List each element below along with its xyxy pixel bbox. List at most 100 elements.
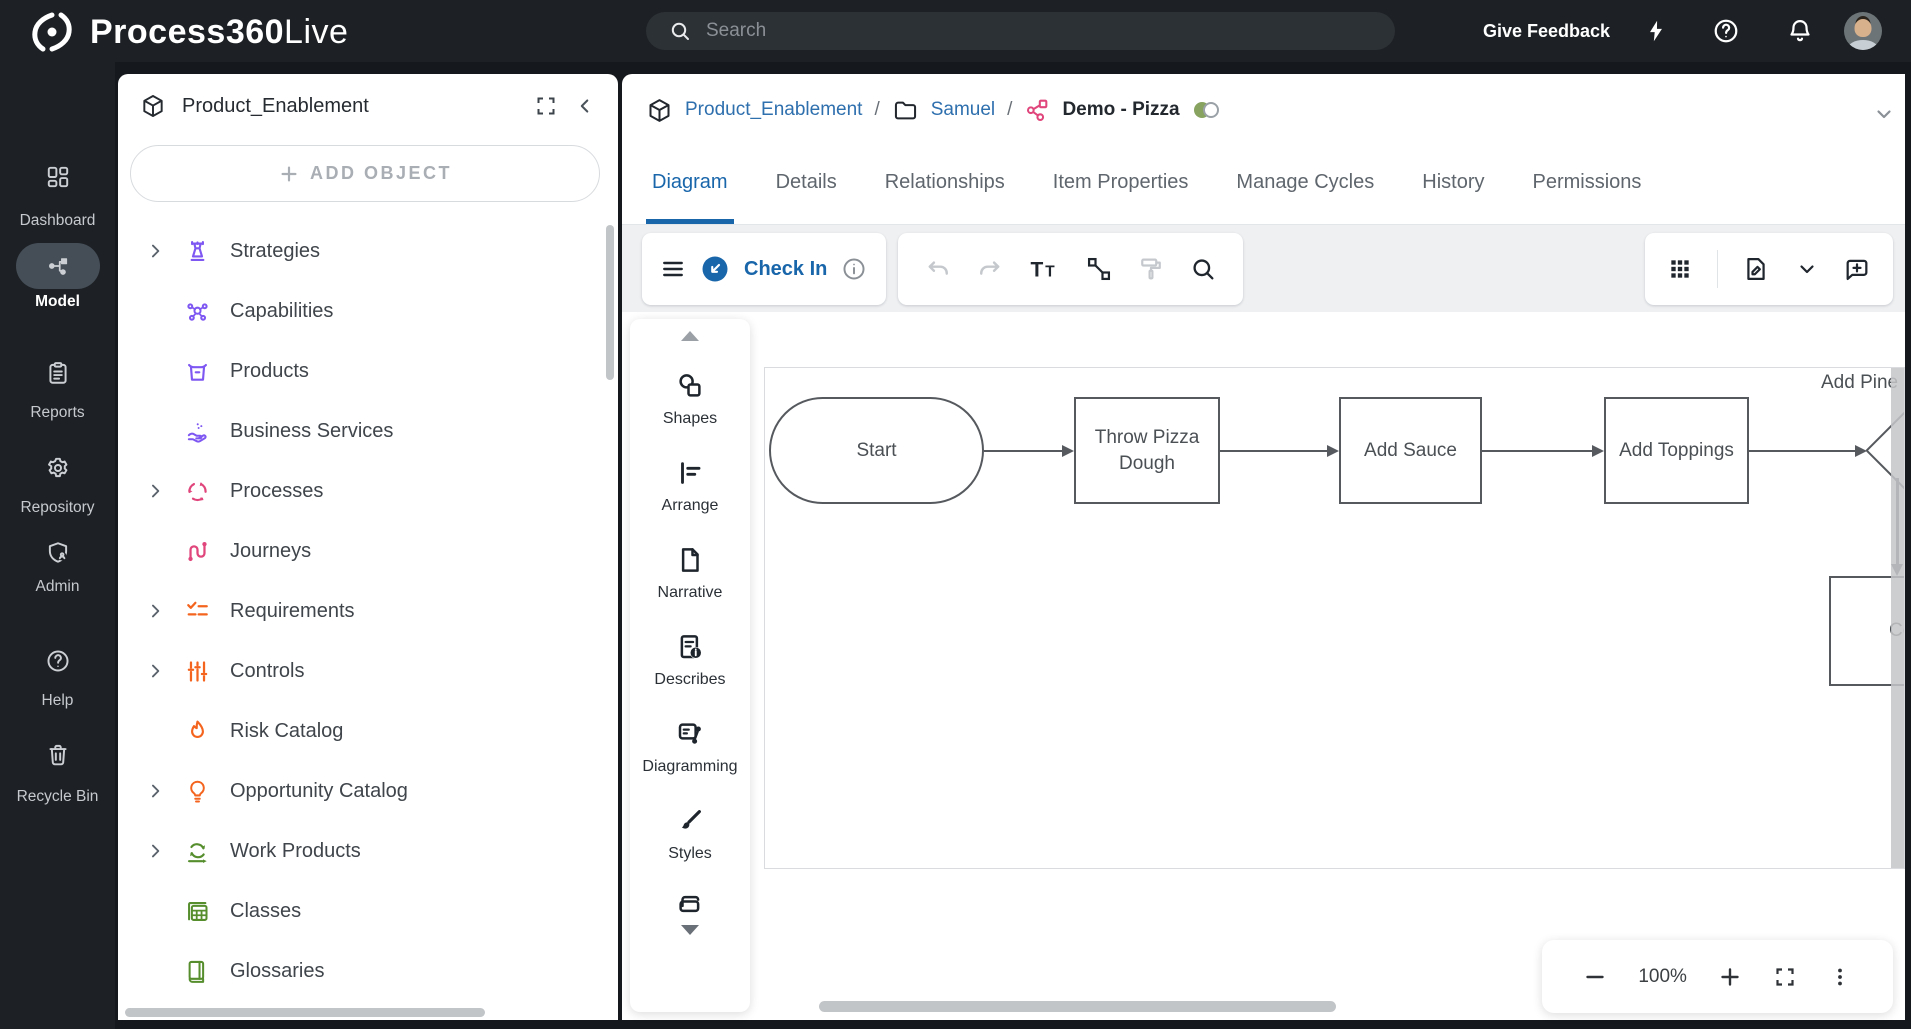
tree-item-opportunity-catalog[interactable]: Opportunity Catalog bbox=[118, 761, 618, 821]
breadcrumb-root-link[interactable]: Product_Enablement bbox=[685, 99, 862, 121]
logo-icon bbox=[28, 8, 76, 56]
zoom-level: 100% bbox=[1638, 966, 1687, 988]
hamburger-icon bbox=[660, 256, 686, 282]
canvas-vertical-scrollbar[interactable] bbox=[1891, 368, 1904, 869]
user-avatar[interactable] bbox=[1844, 12, 1882, 50]
document-options-button[interactable] bbox=[1795, 257, 1819, 281]
edit-document-button[interactable] bbox=[1742, 255, 1770, 283]
explorer-horizontal-scrollbar[interactable] bbox=[125, 1008, 485, 1017]
diagram-search-button[interactable] bbox=[1189, 255, 1217, 283]
tab-manage-cycles[interactable]: Manage Cycles bbox=[1212, 140, 1398, 224]
format-painter-button[interactable] bbox=[1137, 255, 1165, 283]
plus-icon bbox=[278, 163, 300, 185]
shapes-icon bbox=[675, 371, 705, 401]
check-in-icon[interactable] bbox=[700, 254, 730, 284]
tab-history[interactable]: History bbox=[1398, 140, 1508, 224]
palette-item-shapes[interactable]: Shapes bbox=[663, 371, 717, 428]
tree-item-controls[interactable]: Controls bbox=[118, 641, 618, 701]
info-icon[interactable] bbox=[841, 256, 867, 282]
chevron-right-icon[interactable] bbox=[142, 481, 168, 501]
variant-toggle-icon[interactable] bbox=[1194, 102, 1219, 118]
undo-button[interactable] bbox=[924, 255, 952, 283]
palette-scroll-down-button[interactable] bbox=[681, 925, 699, 935]
rail-item-recycle-bin[interactable]: Recycle Bin bbox=[0, 740, 115, 806]
rail-item-label: Admin bbox=[36, 578, 80, 596]
zoom-out-button[interactable] bbox=[1583, 965, 1607, 989]
chevron-right-icon[interactable] bbox=[142, 241, 168, 261]
rail-item-help[interactable]: Help bbox=[0, 646, 115, 710]
tree-item-work-products[interactable]: Work Products bbox=[118, 821, 618, 881]
diagramming-icon bbox=[675, 719, 705, 749]
tree-item-products[interactable]: Products bbox=[118, 341, 618, 401]
palette-item-label: Shapes bbox=[663, 410, 717, 428]
palette-scroll-up-button[interactable] bbox=[681, 331, 699, 341]
grid-view-button[interactable] bbox=[1667, 256, 1693, 282]
chevron-right-icon[interactable] bbox=[142, 781, 168, 801]
palette-item-styles[interactable]: Styles bbox=[668, 806, 712, 863]
canvas-horizontal-scrollbar[interactable] bbox=[819, 1001, 1336, 1012]
more-options-button[interactable] bbox=[1828, 965, 1852, 989]
notifications-button[interactable] bbox=[1780, 0, 1820, 62]
grid-icon bbox=[1667, 256, 1693, 282]
tree-item-capabilities[interactable]: Capabilities bbox=[118, 281, 618, 341]
diagram-canvas[interactable]: Add Pine Start Throw Pizza Dough Add Sau… bbox=[764, 367, 1905, 869]
palette-item-describes[interactable]: Describes bbox=[654, 632, 725, 689]
expand-panel-button[interactable] bbox=[534, 94, 558, 118]
collapse-header-button[interactable] bbox=[1872, 102, 1896, 126]
palette-item-label: Arrange bbox=[662, 497, 719, 515]
add-object-button[interactable]: ADD OBJECT bbox=[130, 145, 600, 202]
collapse-panel-button[interactable] bbox=[574, 95, 596, 117]
document-edit-icon bbox=[1742, 255, 1770, 283]
tree-item-journeys[interactable]: Journeys bbox=[118, 521, 618, 581]
check-in-button[interactable]: Check In bbox=[744, 258, 827, 281]
rail-item-dashboard[interactable]: Dashboard bbox=[0, 162, 115, 230]
palette-item-label: Narrative bbox=[658, 584, 723, 602]
search-input[interactable]: Search bbox=[646, 12, 1395, 50]
tree-item-risk-catalog[interactable]: Risk Catalog bbox=[118, 701, 618, 761]
fit-screen-button[interactable] bbox=[1773, 965, 1797, 989]
tab-item-properties[interactable]: Item Properties bbox=[1029, 140, 1213, 224]
redo-button[interactable] bbox=[976, 255, 1004, 283]
rail-item-model[interactable]: Model bbox=[0, 251, 115, 311]
chevron-right-icon[interactable] bbox=[142, 841, 168, 861]
tab-permissions[interactable]: Permissions bbox=[1508, 140, 1665, 224]
help-button[interactable] bbox=[1706, 0, 1746, 62]
tree-item-requirements[interactable]: Requirements bbox=[118, 581, 618, 641]
logo-text: Process360Live bbox=[90, 13, 348, 52]
palette-item-narrative[interactable]: Narrative bbox=[658, 545, 723, 602]
connector-tool-button[interactable] bbox=[1085, 255, 1113, 283]
chevron-left-icon bbox=[574, 95, 596, 117]
node-add-sauce[interactable]: Add Sauce bbox=[1339, 397, 1482, 504]
text-tool-button[interactable]: TT bbox=[1028, 254, 1060, 284]
breadcrumb-folder-link[interactable]: Samuel bbox=[931, 99, 995, 121]
node-add-toppings[interactable]: Add Toppings bbox=[1604, 397, 1749, 504]
palette-item-arrange[interactable]: Arrange bbox=[662, 458, 719, 515]
tab-details[interactable]: Details bbox=[752, 140, 861, 224]
tree-item-business-services[interactable]: Business Services bbox=[118, 401, 618, 461]
rail-item-reports[interactable]: Reports bbox=[0, 358, 115, 422]
quick-actions-button[interactable] bbox=[1636, 0, 1676, 62]
tree-item-strategies[interactable]: Strategies bbox=[118, 221, 618, 281]
zoom-in-button[interactable] bbox=[1718, 965, 1742, 989]
diagram-menu-button[interactable] bbox=[660, 256, 686, 282]
checkin-toolbar-card: Check In bbox=[642, 233, 886, 305]
explorer-vertical-scrollbar[interactable] bbox=[606, 225, 614, 380]
node-throw-pizza-dough[interactable]: Throw Pizza Dough bbox=[1074, 397, 1220, 504]
tab-relationships[interactable]: Relationships bbox=[861, 140, 1029, 224]
palette-item-diagramming[interactable]: Diagramming bbox=[642, 719, 737, 776]
tree-item-processes[interactable]: Processes bbox=[118, 461, 618, 521]
connector-icon bbox=[1085, 255, 1113, 283]
node-start[interactable]: Start bbox=[769, 397, 984, 504]
layers-icon[interactable] bbox=[675, 889, 705, 919]
tree-item-classes[interactable]: Classes bbox=[118, 881, 618, 941]
tab-diagram[interactable]: Diagram bbox=[628, 140, 752, 224]
rail-item-admin[interactable]: Admin bbox=[0, 538, 115, 596]
chevron-right-icon[interactable] bbox=[142, 601, 168, 621]
add-comment-button[interactable] bbox=[1843, 255, 1871, 283]
give-feedback-button[interactable]: Give Feedback bbox=[1483, 0, 1610, 62]
bell-icon bbox=[1786, 17, 1814, 45]
rail-item-repository[interactable]: Repository bbox=[0, 453, 115, 517]
chevron-right-icon[interactable] bbox=[142, 661, 168, 681]
tree-item-label: Classes bbox=[230, 900, 301, 923]
tree-item-glossaries[interactable]: Glossaries bbox=[118, 941, 618, 1001]
